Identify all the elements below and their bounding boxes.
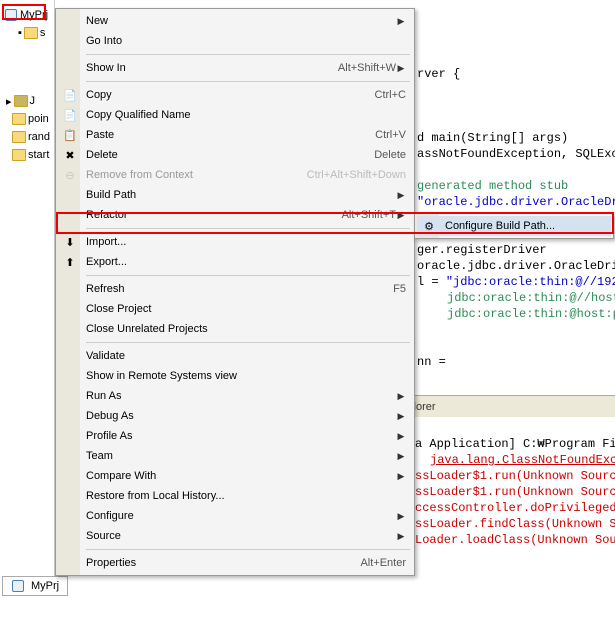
menu-separator [86,342,410,343]
folder-icon [12,130,26,144]
editor-tab-label: MyPrj [31,580,59,592]
submenu-arrow-icon: ▶ [396,63,406,74]
menu-showin[interactable]: Show In Alt+Shift+W ▶ [58,58,412,78]
folder-icon [12,148,26,162]
java-file-icon [11,579,25,593]
menu-configure[interactable]: Configure ▶ [58,506,412,526]
remove-icon: ⊖ [62,167,78,183]
menu-separator [86,54,410,55]
paste-icon: 📋 [62,127,78,143]
menu-restore[interactable]: Restore from Local History... [58,486,412,506]
tree-item[interactable]: start [0,146,54,164]
menu-team[interactable]: Team ▶ [58,446,412,466]
submenu-arrow-icon: ▶ [396,511,406,522]
buildpath-submenu: ⚙ Configure Build Path... [414,213,614,239]
menu-separator [86,81,410,82]
menu-separator [86,228,410,229]
code-text: l = [417,275,446,289]
menu-source[interactable]: Source ▶ [58,526,412,546]
menu-comparewith[interactable]: Compare With ▶ [58,466,412,486]
java-project-icon [4,8,18,22]
menu-buildpath[interactable]: Build Path ▶ [58,185,412,205]
copy-icon: 📄 [62,87,78,103]
submenu-arrow-icon: ▶ [396,16,406,27]
submenu-arrow-icon: ▶ [396,190,406,201]
expand-icon: ▸ [6,95,12,108]
tree-item[interactable]: ▪ s [0,24,54,42]
project-context-menu: New ▶ Go Into Show In Alt+Shift+W ▶ 📄 Co… [55,8,415,576]
menu-properties[interactable]: Properties Alt+Enter [58,553,412,573]
folder-icon [12,112,26,126]
project-name: MyPrj [20,9,48,21]
tree-item[interactable]: poin [0,110,54,128]
delete-icon: ✖ [62,147,78,163]
menu-remove-context: ⊖ Remove from Context Ctrl+Alt+Shift+Dow… [58,165,412,185]
menu-validate[interactable]: Validate [58,346,412,366]
menu-refactor[interactable]: Refactor Alt+Shift+T ▶ [58,205,412,225]
menu-closeunrelated[interactable]: Close Unrelated Projects [58,319,412,339]
expand-icon: ▪ [18,27,22,39]
project-explorer: MyPrj ▪ s ▸ J poin rand start [0,0,55,580]
menu-gointo[interactable]: Go Into [58,31,412,51]
submenu-arrow-icon: ▶ [396,210,406,221]
import-icon: ⬇ [62,234,78,250]
buildpath-icon: ⚙ [421,218,437,234]
menu-runas[interactable]: Run As ▶ [58,386,412,406]
submenu-arrow-icon: ▶ [396,431,406,442]
menu-debugas[interactable]: Debug As ▶ [58,406,412,426]
menu-paste[interactable]: 📋 Paste Ctrl+V [58,125,412,145]
menu-copy[interactable]: 📄 Copy Ctrl+C [58,85,412,105]
submenu-arrow-icon: ▶ [396,531,406,542]
menu-separator [86,549,410,550]
menu-refresh[interactable]: Refresh F5 [58,279,412,299]
tree-item[interactable]: ▸ J [0,92,54,110]
tree-item[interactable]: rand [0,128,54,146]
submenu-arrow-icon: ▶ [396,451,406,462]
submenu-arrow-icon: ▶ [396,471,406,482]
menu-showremote[interactable]: Show in Remote Systems view [58,366,412,386]
submenu-arrow-icon: ▶ [396,391,406,402]
editor-tab[interactable]: MyPrj [2,576,68,596]
jar-icon [14,94,28,108]
menu-profileas[interactable]: Profile As ▶ [58,426,412,446]
menu-export[interactable]: ⬆ Export... [58,252,412,272]
project-root[interactable]: MyPrj [0,6,54,24]
menu-copyqualified[interactable]: 📄 Copy Qualified Name [58,105,412,125]
menu-closeproject[interactable]: Close Project [58,299,412,319]
submenu-configure-buildpath[interactable]: ⚙ Configure Build Path... [417,216,611,236]
menu-new[interactable]: New ▶ [58,11,412,31]
code-string: "jdbc:oracle:thin:@//192. [446,275,615,289]
package-icon [24,26,38,40]
menu-delete[interactable]: ✖ Delete Delete [58,145,412,165]
submenu-arrow-icon: ▶ [396,411,406,422]
copy-icon: 📄 [62,107,78,123]
menu-separator [86,275,410,276]
export-icon: ⬆ [62,254,78,270]
menu-import[interactable]: ⬇ Import... [58,232,412,252]
